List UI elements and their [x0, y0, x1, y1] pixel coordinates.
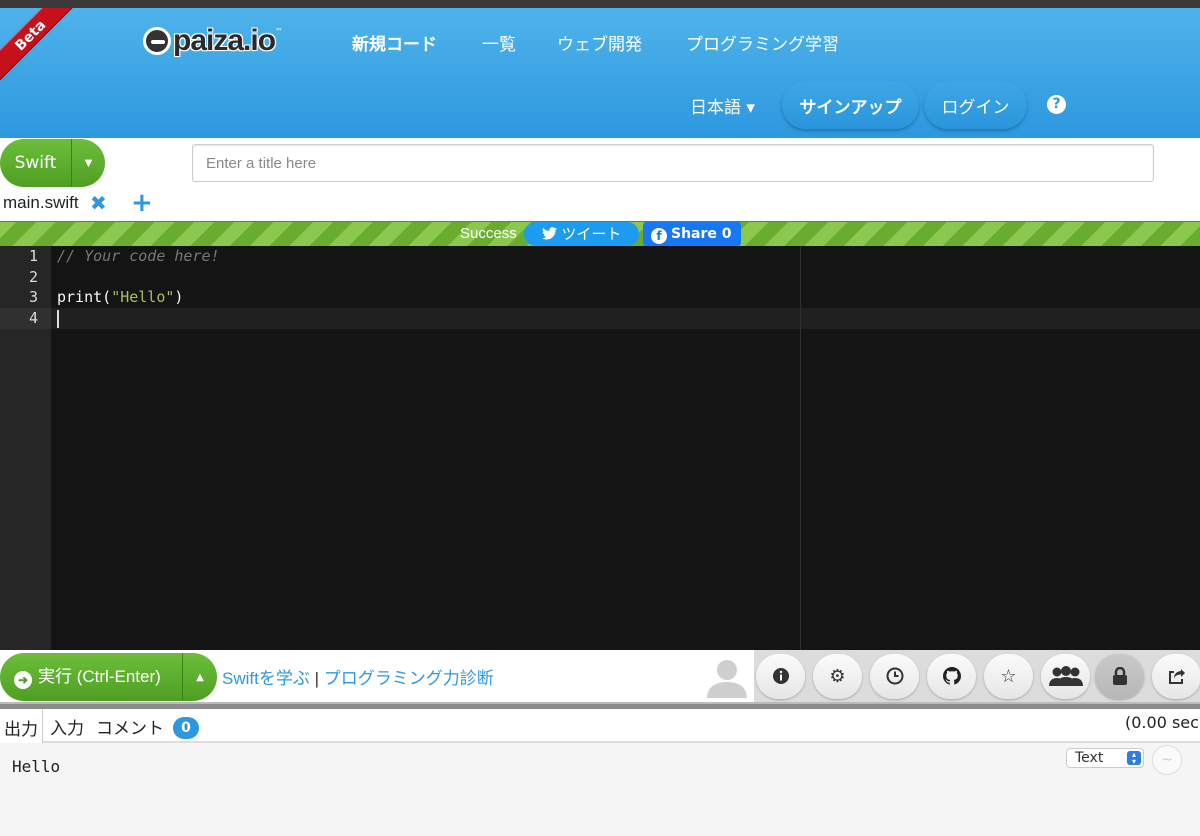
output-text: Hello [12, 757, 61, 776]
nav-web-dev[interactable]: ウェブ開発 [557, 30, 642, 55]
status-bar: Success ツイート f Share 0 [0, 221, 1200, 246]
tab-output[interactable]: 出力 [0, 709, 43, 743]
arrow-right-icon: ➜ [14, 671, 32, 689]
output-tabs: 出力 入力 コメント 0 (0.00 sec) [0, 709, 1200, 743]
facebook-share-button[interactable]: f Share 0 [643, 222, 741, 246]
tab-comments[interactable]: コメント [96, 714, 164, 739]
line-number: 2 [28, 268, 38, 286]
language-select-button[interactable]: Swift ▼ [0, 139, 105, 187]
wrap-toggle-icon[interactable]: ~ [1152, 745, 1182, 775]
panel-divider[interactable] [0, 702, 1200, 709]
login-button[interactable]: ログイン [924, 81, 1027, 129]
beta-label: Beta [0, 8, 80, 86]
nav-new-code[interactable]: 新規コード [352, 30, 437, 55]
language-menu[interactable]: 日本語 ▾ [690, 93, 755, 118]
twitter-icon [541, 227, 557, 240]
run-label-wrap[interactable]: ➜ 実行 (Ctrl-Enter) [0, 653, 183, 701]
learn-swift-link[interactable]: Swiftを学ぶ [222, 669, 310, 688]
beta-ribbon: Beta [0, 8, 80, 88]
code-line-comment[interactable]: // Your code here! [57, 246, 220, 267]
code-paren: ) [174, 288, 184, 306]
tab-input[interactable]: 入力 [50, 714, 84, 739]
facebook-icon: f [651, 228, 667, 244]
logo-text: paiza.io [173, 24, 276, 57]
lock-icon[interactable] [1095, 654, 1144, 699]
link-separator: | [314, 669, 319, 688]
run-button[interactable]: ➜ 実行 (Ctrl-Enter) ▲ [0, 653, 217, 701]
execution-time: (0.00 sec) [1125, 713, 1200, 732]
help-icon[interactable]: ? [1047, 95, 1066, 114]
title-input[interactable] [192, 144, 1154, 182]
format-label: Text [1075, 750, 1104, 766]
output-panel: Hello Text ▴ ▾ ~ [0, 743, 1200, 836]
line-number: 3 [28, 288, 38, 306]
learn-links: Swiftを学ぶ | プログラミング力診断 [222, 664, 494, 689]
active-line [51, 308, 1200, 329]
output-format-select[interactable]: Text ▴ ▾ [1066, 748, 1144, 768]
add-file-icon[interactable]: + [131, 188, 153, 218]
run-label: 実行 (Ctrl-Enter) [38, 667, 161, 686]
status-text: Success [460, 225, 517, 242]
signup-button[interactable]: サインアップ [782, 81, 919, 129]
language-label[interactable]: Swift [0, 139, 72, 187]
window-top-strip [0, 0, 1200, 8]
caret-down-icon[interactable]: ▼ [72, 158, 105, 169]
share-label: Share 0 [671, 226, 732, 242]
share-icon[interactable] [1152, 654, 1200, 699]
paiza-logo[interactable]: paiza.io ™ [143, 23, 283, 59]
tweet-button[interactable]: ツイート [524, 222, 639, 246]
line-number: 4 [28, 309, 38, 327]
code-string: "Hello" [111, 288, 175, 306]
line-number: 1 [28, 247, 38, 265]
nav-list[interactable]: 一覧 [482, 30, 516, 55]
gear-icon[interactable]: ⚙ [813, 654, 862, 699]
comment-count-badge: 0 [173, 717, 199, 739]
clock-icon[interactable] [870, 654, 919, 699]
caret-up-icon[interactable]: ▲ [183, 672, 217, 683]
code-line-print[interactable]: print("Hello") [57, 287, 183, 308]
close-file-icon[interactable]: ✖ [90, 191, 107, 215]
text-cursor [57, 310, 59, 328]
github-icon[interactable] [927, 654, 976, 699]
select-arrows-icon: ▴ ▾ [1127, 751, 1141, 766]
user-avatar-icon[interactable] [705, 656, 749, 698]
editor-toolbar: ⚙ ☆ [754, 650, 1200, 702]
logo-trademark: ™ [275, 26, 284, 36]
tweet-label: ツイート [561, 225, 622, 243]
file-tab-main[interactable]: main.swift [3, 193, 79, 213]
print-margin [800, 246, 801, 650]
code-editor[interactable]: 1 2 3 4 // Your code here! print("Hello"… [0, 246, 1200, 650]
users-icon[interactable] [1041, 654, 1090, 699]
logo-icon [143, 27, 171, 55]
site-header: Beta paiza.io ™ 新規コード 一覧 ウェブ開発 プログラミング学習… [0, 8, 1200, 138]
code-print-call: print( [57, 288, 112, 306]
star-icon[interactable]: ☆ [984, 654, 1033, 699]
info-icon[interactable] [756, 654, 805, 699]
skill-check-link[interactable]: プログラミング力診断 [324, 669, 494, 688]
nav-learning[interactable]: プログラミング学習 [686, 30, 839, 55]
